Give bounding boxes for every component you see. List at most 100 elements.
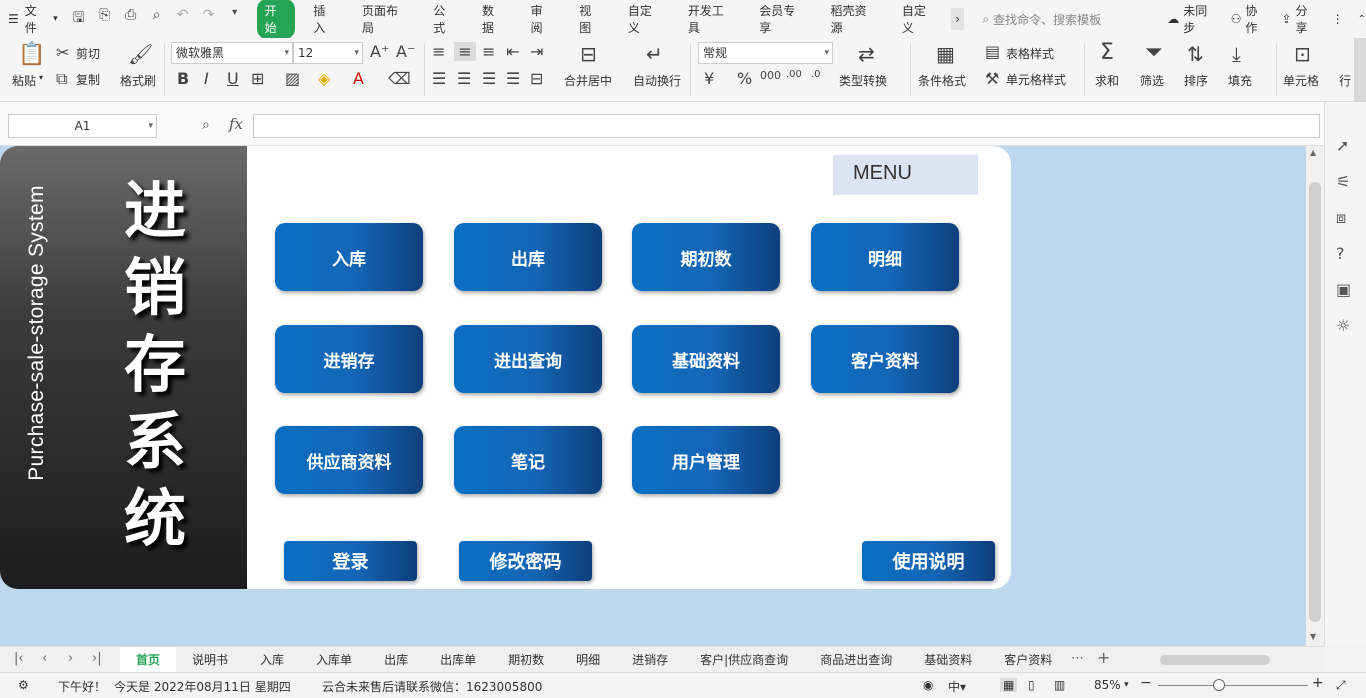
zoom-in-icon[interactable]: + bbox=[1312, 675, 1324, 691]
distributed-icon[interactable]: ⊟ bbox=[530, 69, 543, 88]
more-options-icon[interactable]: ⋮ bbox=[1332, 12, 1344, 26]
tab-data[interactable]: 数据 bbox=[474, 0, 513, 39]
fullscreen-icon[interactable]: ⤢ bbox=[1336, 678, 1346, 693]
tab-developer[interactable]: 开发工具 bbox=[680, 0, 741, 39]
cut-button[interactable]: 剪切 bbox=[76, 45, 100, 62]
underline-icon[interactable]: U bbox=[227, 69, 239, 88]
tab-custom-1[interactable]: 自定义 bbox=[620, 0, 670, 39]
print-icon[interactable]: ⎙ bbox=[122, 7, 140, 31]
align-bottom-icon[interactable]: ≡ bbox=[482, 42, 495, 61]
thousands-icon[interactable]: 000 bbox=[760, 69, 781, 82]
file-menu[interactable]: ☰ 文件 ▾ bbox=[8, 2, 58, 36]
align-middle-icon[interactable]: ≡ bbox=[454, 42, 476, 61]
redo-icon[interactable]: ↷ bbox=[200, 7, 218, 31]
collab-button[interactable]: ⚇ 协作 bbox=[1231, 2, 1268, 36]
basic-data-button[interactable]: 基础资料 bbox=[632, 325, 780, 393]
number-format-select[interactable]: 常规 bbox=[698, 42, 833, 64]
sync-button[interactable]: ☁ 未同步 bbox=[1167, 2, 1216, 36]
increase-indent-icon[interactable]: ⇥ bbox=[530, 42, 543, 61]
notes-button[interactable]: 笔记 bbox=[454, 426, 602, 494]
user-management-button[interactable]: 用户管理 bbox=[632, 426, 780, 494]
decrease-font-icon[interactable]: A⁻ bbox=[396, 42, 415, 61]
ribbon-scroll-right[interactable] bbox=[1354, 38, 1366, 102]
font-color-icon[interactable]: A bbox=[353, 69, 364, 88]
last-sheet-icon[interactable]: ›| bbox=[92, 651, 102, 666]
input-method-icon[interactable]: 中▾ bbox=[948, 678, 966, 695]
pss-button[interactable]: 进销存 bbox=[275, 325, 423, 393]
tab-review[interactable]: 审阅 bbox=[523, 0, 562, 39]
percent-icon[interactable]: % bbox=[737, 69, 752, 88]
settings-sliders-icon[interactable]: ⚟ bbox=[1336, 172, 1350, 191]
cursor-icon[interactable]: ➚ bbox=[1336, 136, 1349, 155]
supplier-data-button[interactable]: 供应商资料 bbox=[275, 426, 423, 494]
wrap-text-button[interactable]: 自动换行 bbox=[633, 72, 681, 89]
command-search[interactable]: ⌕ 查找命令、搜索模板 bbox=[982, 11, 1137, 28]
zoom-dropdown-icon[interactable]: ▾ bbox=[1124, 680, 1129, 690]
print-preview-icon[interactable]: ⌕ bbox=[148, 7, 166, 31]
export-pdf-icon[interactable]: ⎘ bbox=[96, 7, 114, 31]
justify-icon[interactable]: ☰ bbox=[506, 69, 520, 88]
cell-style-button[interactable]: 单元格样式 bbox=[1006, 71, 1066, 88]
normal-view-icon[interactable]: ▦ bbox=[1000, 678, 1018, 692]
tab-docer[interactable]: 稻壳资源 bbox=[823, 0, 884, 39]
sheet-tab-inbound[interactable]: 入库 bbox=[244, 647, 300, 673]
scroll-down-icon[interactable]: ▼ bbox=[1310, 632, 1316, 641]
more-tabs-button[interactable]: › bbox=[950, 8, 965, 30]
vertical-scrollbar[interactable]: ▲ ▼ bbox=[1306, 146, 1324, 646]
tab-member[interactable]: 会员专享 bbox=[751, 0, 812, 39]
change-password-button[interactable]: 修改密码 bbox=[459, 541, 592, 581]
tab-formulas[interactable]: 公式 bbox=[425, 0, 464, 39]
increase-decimal-icon[interactable]: .00 bbox=[786, 69, 802, 80]
image-icon[interactable]: ▣ bbox=[1336, 280, 1351, 299]
save-icon[interactable]: 🖫 bbox=[70, 7, 88, 31]
sheet-tab-cust-supplier-query[interactable]: 客户|供应商查询 bbox=[684, 647, 804, 673]
inbound-button[interactable]: 入库 bbox=[275, 223, 423, 291]
sheet-tab-detail[interactable]: 明细 bbox=[560, 647, 616, 673]
login-button[interactable]: 登录 bbox=[284, 541, 417, 581]
io-query-button[interactable]: 进出查询 bbox=[454, 325, 602, 393]
sum-button[interactable]: 求和 bbox=[1095, 72, 1119, 89]
detail-button[interactable]: 明细 bbox=[811, 223, 959, 291]
sort-button[interactable]: 排序 bbox=[1184, 72, 1208, 89]
tab-view[interactable]: 视图 bbox=[571, 0, 610, 39]
formula-input[interactable] bbox=[253, 114, 1320, 138]
cell-fill-pattern-icon[interactable]: ▨ bbox=[285, 69, 300, 88]
function-icon[interactable]: fx bbox=[229, 115, 243, 133]
decrease-indent-icon[interactable]: ⇤ bbox=[506, 42, 519, 61]
page-break-view-icon[interactable]: ▥ bbox=[1054, 678, 1065, 692]
zoom-out-icon[interactable]: − bbox=[1140, 675, 1152, 691]
first-sheet-icon[interactable]: |‹ bbox=[14, 651, 24, 666]
sheet-tab-product-io-query[interactable]: 商品进出查询 bbox=[804, 647, 908, 673]
sheet-tab-basic-data[interactable]: 基础资料 bbox=[908, 647, 988, 673]
horizontal-scroll-thumb[interactable] bbox=[1160, 655, 1270, 665]
clear-format-icon[interactable]: ⌫ bbox=[388, 69, 411, 88]
type-convert-button[interactable]: 类型转换 bbox=[839, 72, 887, 89]
horizontal-scrollbar[interactable] bbox=[1146, 654, 1288, 666]
next-sheet-icon[interactable]: › bbox=[68, 651, 73, 666]
conditional-format-button[interactable]: 条件格式 bbox=[918, 72, 966, 89]
paste-icon[interactable]: 📋 bbox=[18, 42, 45, 67]
name-box[interactable]: A1 bbox=[8, 114, 157, 138]
share-button[interactable]: ⇪ 分享 bbox=[1281, 2, 1317, 36]
merge-center-button[interactable]: 合并居中 bbox=[564, 72, 612, 89]
add-sheet-icon[interactable]: + bbox=[1097, 648, 1110, 667]
more-sheets-icon[interactable]: ⋯ bbox=[1071, 651, 1084, 666]
customize-toolbar-icon[interactable]: ▾ bbox=[226, 7, 244, 31]
customer-data-button[interactable]: 客户资料 bbox=[811, 325, 959, 393]
row-col-button[interactable]: 行 bbox=[1339, 72, 1351, 89]
tab-page-layout[interactable]: 页面布局 bbox=[354, 0, 415, 39]
format-painter-button[interactable]: 格式刷 bbox=[120, 72, 156, 89]
sheet-tab-outbound[interactable]: 出库 bbox=[368, 647, 424, 673]
lightbulb-icon[interactable]: ☼ bbox=[1336, 316, 1350, 335]
increase-font-icon[interactable]: A⁺ bbox=[370, 42, 389, 61]
sheet-tab-inbound-form[interactable]: 入库单 bbox=[300, 647, 368, 673]
sheet-tab-home[interactable]: 首页 bbox=[120, 647, 177, 673]
decrease-decimal-icon[interactable]: .0 bbox=[811, 69, 821, 80]
align-left-icon[interactable]: ☰ bbox=[432, 69, 446, 88]
scroll-up-icon[interactable]: ▲ bbox=[1310, 148, 1316, 157]
font-size-select[interactable]: 12 bbox=[293, 42, 363, 64]
copy-button[interactable]: 复制 bbox=[76, 71, 100, 88]
bold-icon[interactable]: B bbox=[177, 69, 189, 88]
filter-button[interactable]: 筛选 bbox=[1140, 72, 1164, 89]
outbound-button[interactable]: 出库 bbox=[454, 223, 602, 291]
